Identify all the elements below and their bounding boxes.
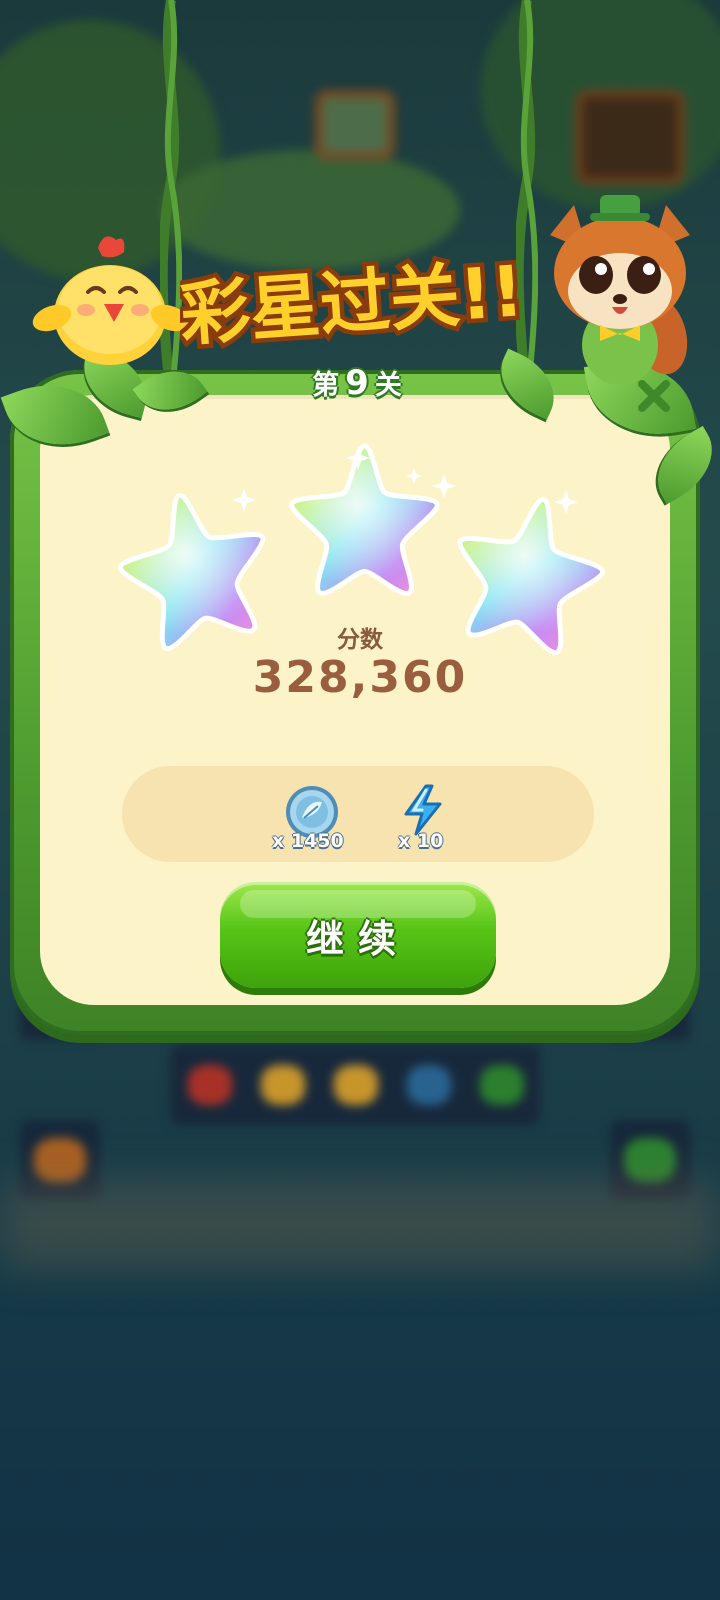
raccoon-mascot bbox=[540, 195, 700, 385]
rating-star-3 bbox=[431, 473, 627, 669]
rewards-box bbox=[122, 766, 594, 862]
stage-clear-title: 彩星过关!! bbox=[173, 245, 531, 361]
level-label: 第9关 bbox=[260, 363, 460, 403]
continue-button-label: 继续 bbox=[305, 916, 410, 961]
score-label: 分数 bbox=[337, 627, 383, 653]
chick-mascot bbox=[30, 230, 190, 370]
energy-bolt-icon bbox=[400, 784, 446, 836]
svg-text:彩星过关!!: 彩星过关!! bbox=[180, 250, 525, 356]
level-number: 9 bbox=[345, 363, 375, 403]
coin-reward-count: x 1450 bbox=[272, 830, 344, 852]
close-button[interactable] bbox=[624, 370, 684, 422]
continue-button[interactable]: 继续 bbox=[220, 882, 496, 988]
rating-star-2 bbox=[282, 436, 447, 601]
score-value: 328,360 bbox=[252, 652, 468, 703]
level-suffix: 关 bbox=[374, 370, 408, 401]
close-icon bbox=[638, 380, 670, 412]
energy-reward-count: x 10 bbox=[398, 830, 444, 852]
level-prefix: 第 bbox=[312, 370, 346, 401]
